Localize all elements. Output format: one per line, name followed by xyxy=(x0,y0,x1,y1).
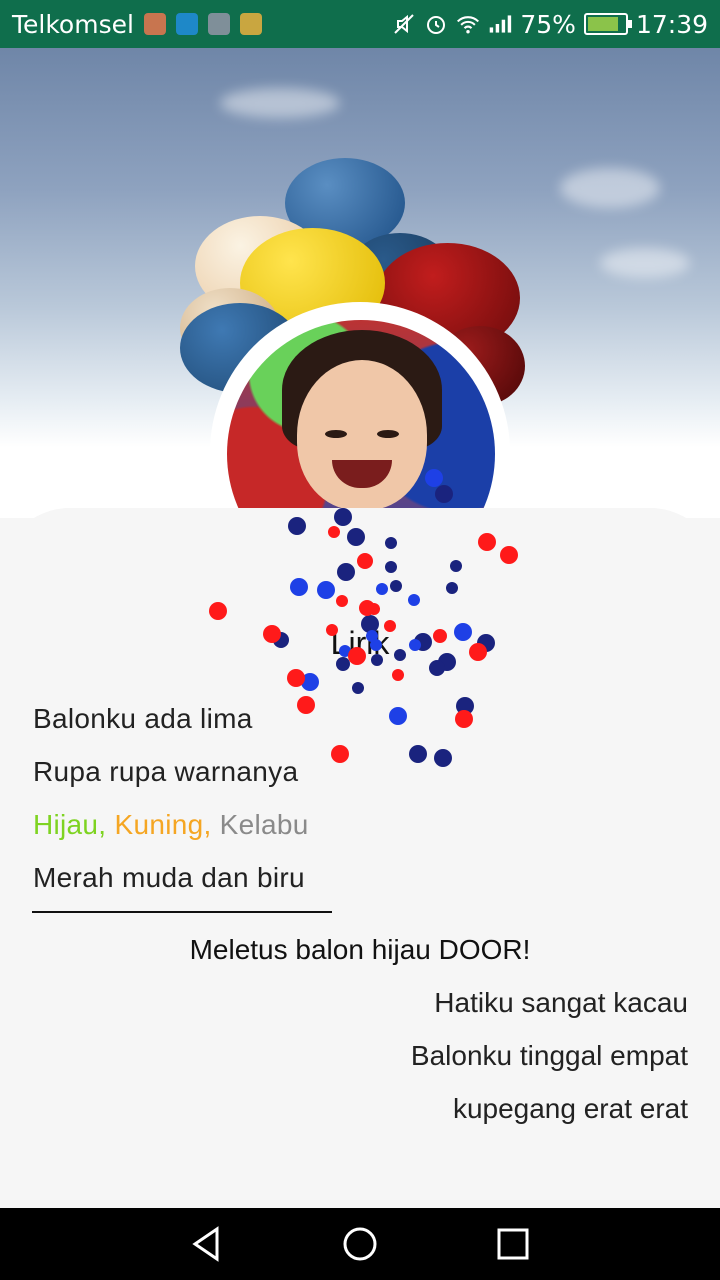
recents-square-icon xyxy=(497,1228,529,1260)
signal-icon xyxy=(488,12,512,36)
battery-percent: 75% xyxy=(520,9,576,39)
lyric-right-line-2: Balonku tinggal empat xyxy=(410,1040,688,1071)
lyric-word-kelabu: Kelabu xyxy=(219,809,309,840)
alarm-icon xyxy=(424,12,448,36)
lyric-line-3: Hijau, Kuning, Kelabu xyxy=(33,809,309,841)
lyric-word-hijau: Hijau, xyxy=(33,809,107,840)
mute-icon xyxy=(392,12,416,36)
lyric-line-2: Rupa rupa warnanya xyxy=(33,756,299,787)
home-circle-icon xyxy=(343,1227,377,1261)
lyric-line-4: Merah muda dan biru xyxy=(33,862,305,893)
lyric-right-line-3: kupegang erat erat xyxy=(452,1093,688,1124)
divider xyxy=(32,911,332,913)
lyric-line-1: Balonku ada lima xyxy=(33,703,253,734)
app-notification-icon xyxy=(143,13,166,35)
battery-icon xyxy=(583,13,632,35)
carrier-label: Telkomsel xyxy=(12,9,134,39)
wifi-icon xyxy=(456,12,480,36)
lyric-center-line: Meletus balon hijau DOOR! xyxy=(189,934,531,965)
clock: 17:39 xyxy=(635,9,708,39)
lyric-right-line-1: Hatiku sangat kacau xyxy=(434,987,688,1018)
lyric-word-kuning: Kuning, xyxy=(114,809,212,840)
back-triangle-icon xyxy=(191,1226,219,1262)
home-button[interactable] xyxy=(336,1220,384,1268)
navigation-bar xyxy=(0,1208,720,1280)
recents-button[interactable] xyxy=(489,1220,537,1268)
image-icon xyxy=(207,13,230,35)
card-top xyxy=(0,508,720,628)
status-bar: Telkomsel 75% 17:39 xyxy=(0,0,720,48)
game-icon xyxy=(239,13,262,35)
usb-icon xyxy=(175,13,198,35)
page-title: Lirik xyxy=(330,625,390,661)
back-button[interactable] xyxy=(183,1220,231,1268)
